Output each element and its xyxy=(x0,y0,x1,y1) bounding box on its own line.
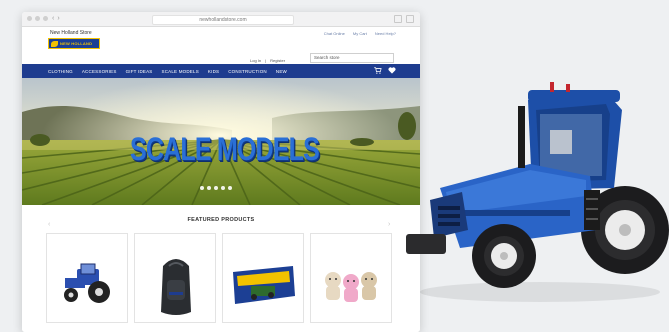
share-icon[interactable] xyxy=(394,15,402,23)
heart-icon[interactable] xyxy=(388,67,396,74)
forward-button[interactable]: › xyxy=(57,15,59,22)
shopping-cart-icon[interactable] xyxy=(374,67,382,74)
featured-products-title: FEATURED PRODUCTS xyxy=(187,217,255,223)
hero-banner[interactable]: SCALE MODELS xyxy=(22,78,420,205)
featured-products-section: FEATURED PRODUCTS ‹ › xyxy=(22,205,420,332)
browser-toolbar: ‹ › newhollandstore.com xyxy=(22,12,420,27)
carousel-dot[interactable] xyxy=(214,186,218,190)
nav-item-clothing[interactable]: CLOTHING xyxy=(48,69,73,74)
logo-text: NEW HOLLAND xyxy=(60,41,93,46)
product-card[interactable] xyxy=(134,233,216,323)
boxed-model-icon xyxy=(233,266,295,304)
carousel-dot[interactable] xyxy=(228,186,232,190)
backpack-icon xyxy=(161,259,191,315)
brand-logo[interactable]: NEW HOLLAND xyxy=(48,38,100,49)
nav-item-new[interactable]: NEW xyxy=(276,69,287,74)
login-link[interactable]: Log In xyxy=(250,58,261,63)
utility-links: Chat Online My Cart Need Help? xyxy=(324,31,396,36)
back-button[interactable]: ‹ xyxy=(52,15,54,22)
product-card[interactable] xyxy=(222,233,304,323)
tabs-icon[interactable] xyxy=(406,15,414,23)
carousel-dot[interactable] xyxy=(221,186,225,190)
help-link[interactable]: Need Help? xyxy=(375,31,396,36)
browser-window: ‹ › newhollandstore.com New Holland Stor… xyxy=(22,12,420,332)
main-navigation: CLOTHING ACCESSORIES GIFT IDEAS SCALE MO… xyxy=(22,64,420,78)
site-header: New Holland Store NEW HOLLAND Chat Onlin… xyxy=(22,27,420,65)
carousel-prev-button[interactable]: ‹ xyxy=(48,221,50,228)
carousel-next-button[interactable]: › xyxy=(388,221,390,228)
chat-link[interactable]: Chat Online xyxy=(324,31,345,36)
nav-item-gift-ideas[interactable]: GIFT IDEAS xyxy=(126,69,153,74)
browser-actions xyxy=(394,15,414,23)
search-input[interactable]: Search store xyxy=(310,53,394,63)
carousel-dot[interactable] xyxy=(207,186,211,190)
cart-link[interactable]: My Cart xyxy=(353,31,367,36)
nav-icons xyxy=(374,67,396,74)
product-card[interactable] xyxy=(310,233,392,323)
carousel-dot[interactable] xyxy=(200,186,204,190)
product-card[interactable] xyxy=(46,233,128,323)
account-divider: | xyxy=(265,58,267,63)
tractor-toy-icon xyxy=(64,263,110,303)
nav-item-kids[interactable]: KIDS xyxy=(208,69,219,74)
tractor-model-image xyxy=(406,82,669,302)
product-cards xyxy=(46,233,392,323)
address-bar[interactable]: newhollandstore.com xyxy=(152,15,294,25)
nav-item-construction[interactable]: CONSTRUCTION xyxy=(228,69,267,74)
hero-headline: SCALE MODELS xyxy=(130,131,320,167)
nav-item-accessories[interactable]: ACCESSORIES xyxy=(82,69,117,74)
maximize-window-button[interactable] xyxy=(43,16,48,21)
site-name: New Holland Store xyxy=(50,30,92,36)
register-link[interactable]: Register xyxy=(270,58,285,63)
plush-toys-icon xyxy=(325,272,377,302)
browser-nav-arrows: ‹ › xyxy=(52,15,60,22)
minimize-window-button[interactable] xyxy=(35,16,40,21)
leaf-logo-icon xyxy=(51,40,58,47)
nav-item-scale-models[interactable]: SCALE MODELS xyxy=(162,69,199,74)
account-links: Log In | Register xyxy=(250,58,285,63)
window-controls xyxy=(27,16,48,21)
close-window-button[interactable] xyxy=(27,16,32,21)
carousel-indicators xyxy=(200,186,232,190)
